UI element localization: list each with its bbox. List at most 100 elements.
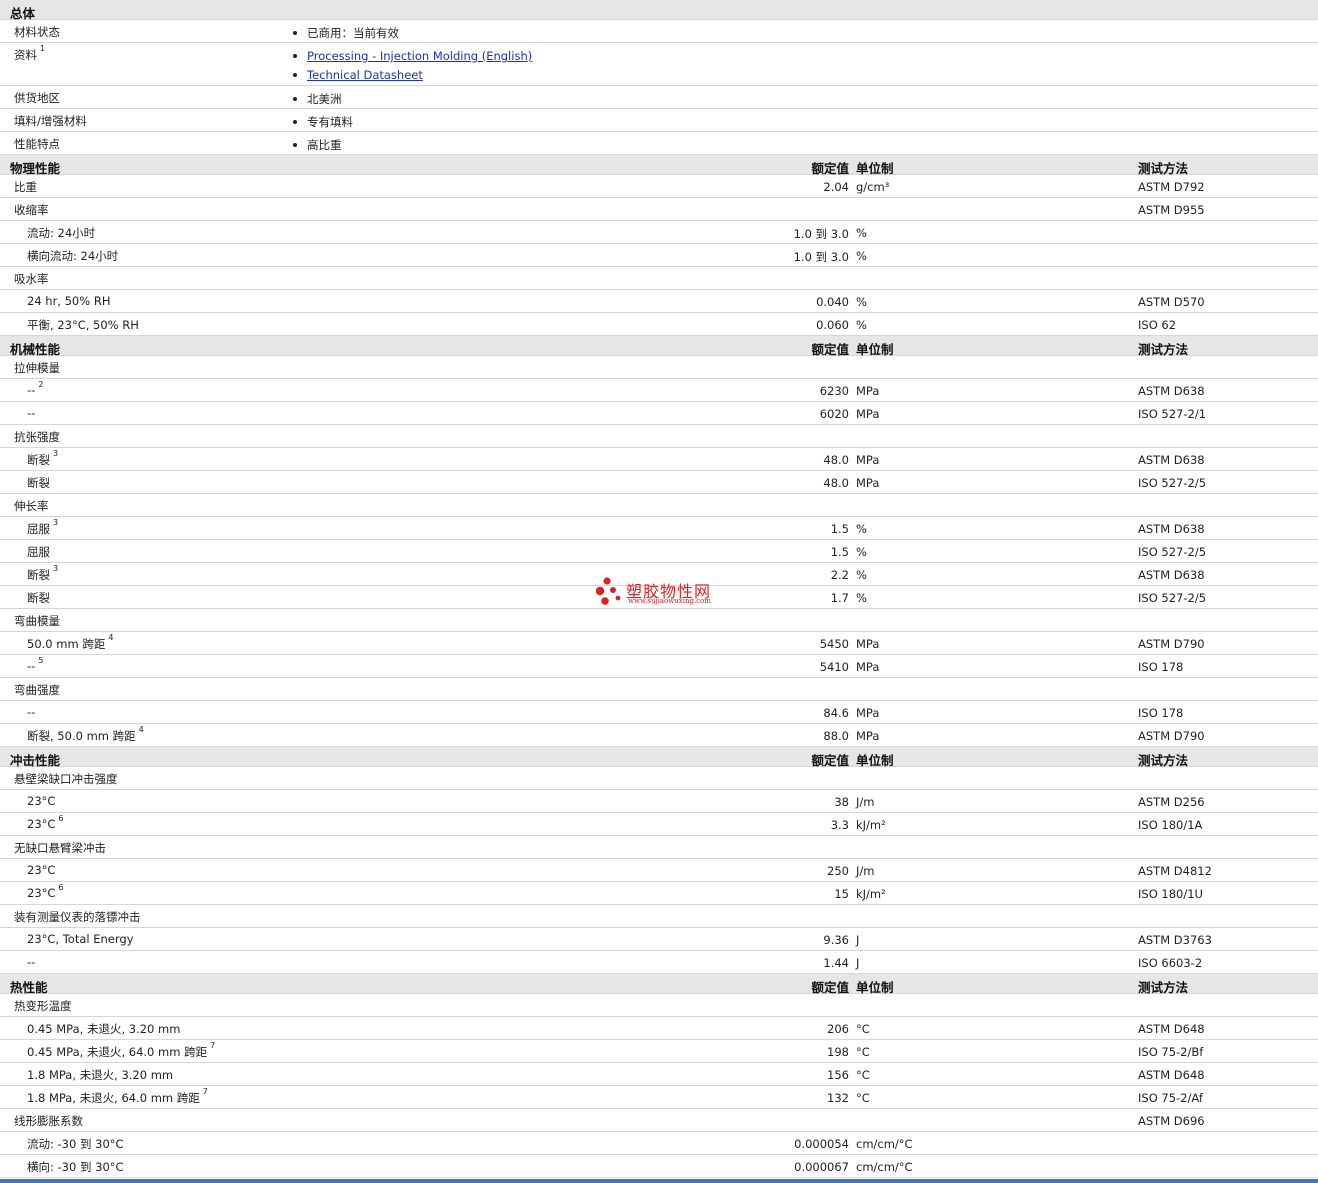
value-item: 专有填料 xyxy=(293,112,353,132)
nominal-value: 0.040 xyxy=(816,295,849,309)
label-text: 屈服 xyxy=(27,522,50,536)
property-row: 断裂 3 48.0 MPa ASTM D638 xyxy=(0,448,1318,471)
property-label: 断裂, 50.0 mm 跨距 4 xyxy=(27,725,144,744)
nominal-value: 6020 xyxy=(819,407,849,421)
property-label: 横向流动: 24小时 xyxy=(27,248,118,264)
property-label: 屈服 3 xyxy=(27,518,59,537)
unit: % xyxy=(856,545,867,559)
test-method: ISO 527-2/5 xyxy=(1138,591,1207,605)
property-row: 吸水率 xyxy=(0,267,1318,290)
value-text: 北美洲 xyxy=(307,92,342,106)
unit: % xyxy=(856,226,867,240)
property-row: 断裂, 50.0 mm 跨距 4 88.0 MPa ASTM D790 xyxy=(0,724,1318,747)
value-text: 已商用：当前有效 xyxy=(307,26,399,40)
test-method: ISO 62 xyxy=(1138,318,1177,332)
section-header: 机械性能 额定值 单位制 测试方法 xyxy=(0,336,1318,357)
property-row: 23°C 38 J/m ASTM D256 xyxy=(0,790,1318,813)
document-link[interactable]: Processing - Injection Molding (English) xyxy=(307,49,532,63)
property-row: 0.45 MPa, 未退火, 3.20 mm 206 °C ASTM D648 xyxy=(0,1017,1318,1040)
nominal-value: 38 xyxy=(834,795,849,809)
property-row: 23°C 6 3.3 kJ/m² ISO 180/1A xyxy=(0,813,1318,836)
property-row: 0.45 MPa, 未退火, 64.0 mm 跨距 7 198 °C ISO 75-2/… xyxy=(0,1040,1318,1063)
watermark-url: www.sujiaowuxing.com xyxy=(628,597,711,605)
test-method: ISO 527-2/5 xyxy=(1138,476,1207,490)
property-row: 1.8 MPa, 未退火, 3.20 mm 156 °C ASTM D648 xyxy=(0,1063,1318,1086)
property-label: 1.8 MPa, 未退火, 3.20 mm xyxy=(27,1067,173,1083)
nominal-value: 1.0 到 3.0 xyxy=(793,227,849,241)
unit: MPa xyxy=(856,476,880,490)
property-label: 50.0 mm 跨距 4 xyxy=(27,633,114,652)
property-row: -- 84.6 MPa ISO 178 xyxy=(0,701,1318,724)
unit: J xyxy=(856,956,860,970)
label-text: 平衡, 23°C, 50% RH xyxy=(27,318,139,332)
property-label: -- 5 xyxy=(27,656,43,673)
unit: °C xyxy=(856,1045,870,1059)
test-method: ASTM D790 xyxy=(1138,637,1205,651)
label-text: 断裂 xyxy=(27,453,50,467)
unit: kJ/m² xyxy=(856,887,886,901)
unit: MPa xyxy=(856,384,880,398)
label-text: 悬壁梁缺口冲击强度 xyxy=(14,772,118,786)
label-text: 热变形温度 xyxy=(14,999,72,1013)
nominal-value: 1.0 到 3.0 xyxy=(793,250,849,264)
label-text: 23°C xyxy=(27,886,56,900)
property-label: 资料 1 xyxy=(14,44,45,63)
label-text: 断裂, 50.0 mm 跨距 xyxy=(27,729,136,743)
unit: % xyxy=(856,568,867,582)
nominal-value: 48.0 xyxy=(823,453,849,467)
footnote-marker: 6 xyxy=(58,883,64,892)
unit: J/m xyxy=(856,795,875,809)
value-text: 高比重 xyxy=(307,138,342,152)
nominal-value: 9.36 xyxy=(823,933,849,947)
nominal-value: 156 xyxy=(827,1068,849,1082)
property-row: -- 5 5410 MPa ISO 178 xyxy=(0,655,1318,678)
property-row: 23°C 6 15 kJ/m² ISO 180/1U xyxy=(0,882,1318,905)
property-row: 屈服 3 1.5% ASTM D638 xyxy=(0,517,1318,540)
nominal-value: 5410 xyxy=(819,660,849,674)
property-label: 线形膨胀系数 xyxy=(14,1113,83,1129)
footnote-marker: 4 xyxy=(138,725,144,734)
property-label: 比重 xyxy=(14,179,37,195)
nominal-value: 250 xyxy=(827,864,849,878)
value-item: 已商用：当前有效 xyxy=(293,23,399,43)
test-method: ASTM D638 xyxy=(1138,568,1205,582)
general-row: 供货地区 北美洲 xyxy=(0,86,1318,109)
unit: °C xyxy=(856,1022,870,1036)
unit: MPa xyxy=(856,637,880,651)
unit: J/m xyxy=(856,864,875,878)
property-label: 断裂 xyxy=(27,475,50,491)
property-label: 23°C, Total Energy xyxy=(27,932,134,946)
nominal-value: 2.04 xyxy=(823,180,849,194)
test-method: ASTM D955 xyxy=(1138,203,1205,217)
property-label: 23°C xyxy=(27,863,55,877)
label-text: 弯曲模量 xyxy=(14,614,60,628)
bottom-scroll-bar[interactable] xyxy=(0,1179,1318,1183)
footnote-marker: 7 xyxy=(210,1041,216,1050)
label-text: 弯曲强度 xyxy=(14,683,60,697)
label-text: 1.8 MPa, 未退火, 3.20 mm xyxy=(27,1068,174,1082)
test-method: ASTM D570 xyxy=(1138,295,1205,309)
test-method: ASTM D648 xyxy=(1138,1068,1205,1082)
footnote-marker: 3 xyxy=(53,518,59,527)
label-text: 0.45 MPa, 未退火, 64.0 mm 跨距 xyxy=(27,1045,208,1059)
test-method: ASTM D256 xyxy=(1138,795,1205,809)
property-label: 材料状态 xyxy=(14,24,60,40)
nominal-value: 1.5 xyxy=(830,522,849,536)
property-row: 24 hr, 50% RH 0.040% ASTM D570 xyxy=(0,290,1318,313)
section-header: 热性能 额定值 单位制 测试方法 xyxy=(0,974,1318,995)
section-header: 冲击性能 额定值 单位制 测试方法 xyxy=(0,747,1318,768)
unit: % xyxy=(856,249,867,263)
nominal-value: 132 xyxy=(827,1091,849,1105)
unit: MPa xyxy=(856,706,880,720)
label-text: 23°C, Total Energy xyxy=(27,932,134,946)
nominal-value: 0.060 xyxy=(816,318,849,332)
property-row: 断裂 48.0 MPa ISO 527-2/5 xyxy=(0,471,1318,494)
footnote-marker: 2 xyxy=(38,380,44,389)
label-text: 23°C xyxy=(27,817,56,831)
footnote-marker: 4 xyxy=(108,633,114,642)
nominal-value: 88.0 xyxy=(823,729,849,743)
document-link[interactable]: Technical Datasheet xyxy=(307,68,423,82)
label-text: 填料/增强材料 xyxy=(14,114,87,128)
property-label: 断裂 3 xyxy=(27,564,58,583)
property-label: 拉伸模量 xyxy=(14,360,60,376)
